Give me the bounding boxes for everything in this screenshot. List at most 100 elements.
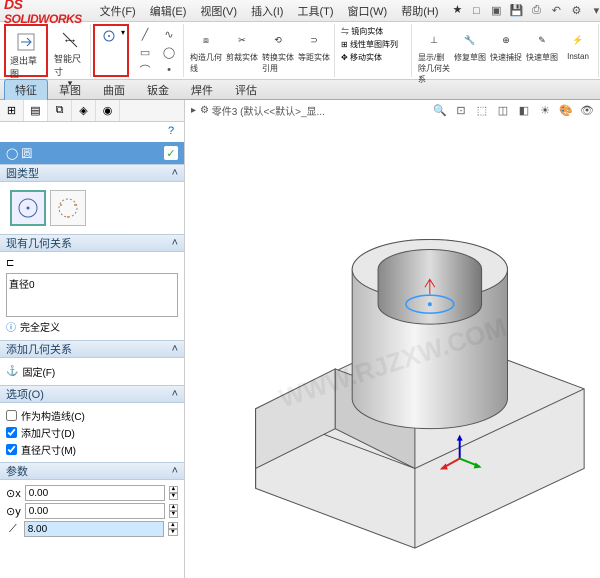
zoom-area-icon[interactable]: ⊡	[452, 102, 470, 118]
display-style-icon[interactable]: ◫	[494, 102, 512, 118]
display-relations-button[interactable]: ⊥ 显示/删除几何关系	[416, 26, 452, 87]
chevron-up-icon: ˄	[172, 343, 178, 355]
rapid-sketch-button[interactable]: ✎ 快速草图	[524, 26, 560, 65]
new-icon[interactable]: □	[468, 3, 484, 19]
hide-show-icon[interactable]: 👁	[578, 102, 596, 118]
help-icon[interactable]: ?	[164, 124, 178, 138]
fix-relation-button[interactable]: ⚓ 固定(F)	[6, 362, 178, 381]
convert-ref-icon: ⟲	[266, 28, 290, 52]
property-manager-tab[interactable]: ▤	[24, 100, 48, 121]
existing-relations-list[interactable]: 直径0	[6, 273, 178, 317]
print-icon[interactable]: ⎙	[528, 3, 544, 19]
tab-evaluate[interactable]: 评估	[224, 79, 268, 101]
tab-weldments[interactable]: 焊件	[180, 79, 224, 101]
tab-sheetmetal[interactable]: 钣金	[136, 79, 180, 101]
config-tab[interactable]: ⧉	[48, 100, 72, 121]
menu-help[interactable]: 帮助(H)	[395, 1, 444, 21]
menu-window[interactable]: 窗口(W)	[342, 1, 394, 21]
dimxpert-tab[interactable]: ◈	[72, 100, 96, 121]
trim-entities-button[interactable]: ✂ 剪裁实体	[224, 26, 260, 65]
quick-snap-button[interactable]: ⊕ 快速捕捉	[488, 26, 524, 65]
offset-icon: ⊃	[302, 28, 326, 52]
section-parameters[interactable]: 参数˄	[0, 462, 184, 480]
instant-button[interactable]: ⚡ Instan	[560, 26, 596, 63]
center-y-input[interactable]	[25, 503, 165, 519]
spline-tool-button[interactable]: ∿	[159, 26, 179, 42]
menu-tools[interactable]: 工具(T)	[291, 1, 339, 21]
rect-tool-button[interactable]: ▭	[135, 44, 155, 60]
center-circle-option[interactable]	[10, 190, 46, 226]
mirror-button[interactable]: ⇋ 镜向实体	[341, 26, 407, 37]
tab-surfaces[interactable]: 曲面	[92, 79, 136, 101]
diameter-dimension-checkbox[interactable]: 直径尺寸(M)	[6, 441, 178, 458]
exit-sketch-label: 退出草图	[10, 54, 42, 80]
point-tool-button[interactable]: •	[159, 62, 179, 78]
undo-icon[interactable]: ↶	[548, 3, 564, 19]
spin-down[interactable]: ▾	[169, 493, 178, 500]
more-icon[interactable]: ▾	[588, 3, 600, 19]
edit-appearance-icon[interactable]: 🎨	[557, 102, 575, 118]
menu-edit[interactable]: 编辑(E)	[144, 1, 193, 21]
radius-input[interactable]	[24, 521, 164, 537]
arc-tool-button[interactable]: ⌒	[135, 62, 155, 78]
menu-view[interactable]: 视图(V)	[194, 1, 243, 21]
offset-entities-button[interactable]: ⊃ 等距实体	[296, 26, 332, 65]
perimeter-circle-option[interactable]	[50, 190, 86, 226]
spin-up[interactable]: ▴	[169, 504, 178, 511]
save-icon[interactable]: 💾	[508, 3, 524, 19]
center-x-input[interactable]	[25, 485, 165, 501]
spin-up[interactable]: ▴	[168, 522, 178, 529]
feature-tree-tab[interactable]: ⊞	[0, 100, 24, 121]
scene-icon[interactable]: ☀	[536, 102, 554, 118]
display-tab[interactable]: ◉	[96, 100, 120, 121]
spin-down[interactable]: ▾	[168, 529, 178, 536]
convert-ref-button[interactable]: ⟲ 转换实体引用	[260, 26, 296, 76]
line-tool-button[interactable]: ╱	[135, 26, 155, 42]
chevron-up-icon: ˄	[172, 237, 178, 249]
quick-access-toolbar: □ ▣ 💾 ⎙ ↶ ⚙ ▾	[468, 3, 600, 19]
menu-file[interactable]: 文件(F)	[94, 1, 142, 21]
zoom-fit-icon[interactable]: 🔍	[431, 102, 449, 118]
move-entities-button[interactable]: ✥ 移动实体	[341, 52, 407, 63]
convert-entities-button[interactable]: ⧈ 构造几何线	[188, 26, 224, 76]
ellipse-tool-button[interactable]: ◯	[159, 44, 179, 60]
title-bar: DS SOLIDWORKS 文件(F) 编辑(E) 视图(V) 插入(I) 工具…	[0, 0, 600, 22]
section-options[interactable]: 选项(O)˄	[0, 385, 184, 403]
dropdown-icon[interactable]: ▾	[121, 28, 125, 37]
tab-sketch[interactable]: 草图	[48, 79, 92, 101]
menu-star-icon[interactable]: ★	[447, 1, 469, 21]
model-render	[185, 130, 600, 578]
main-area: ⊞ ▤ ⧉ ◈ ◉ ? ◯ 圆 ✓ 圆类型˄	[0, 100, 600, 578]
linear-pattern-button[interactable]: ⊞ 线性草图阵列	[341, 39, 407, 50]
open-icon[interactable]: ▣	[488, 3, 504, 19]
center-y-row: ⊙y ▴▾	[6, 502, 178, 520]
pattern-group: ⇋ 镜向实体 ⊞ 线性草图阵列 ✥ 移动实体	[337, 24, 412, 77]
spin-down[interactable]: ▾	[169, 511, 178, 518]
app-logo: DS SOLIDWORKS	[4, 0, 82, 26]
radius-row: ⟋ ▴▾	[6, 520, 178, 538]
ok-button[interactable]: ✓	[164, 146, 178, 160]
trim-icon: ✂	[230, 28, 254, 52]
flyout-tree-icon[interactable]: ▸	[191, 105, 196, 116]
circle-tool-button[interactable]	[99, 28, 119, 44]
settings-icon[interactable]: ⚙	[568, 3, 584, 19]
repair-sketch-button[interactable]: 🔧 修复草图	[452, 26, 488, 65]
graphics-viewport[interactable]: ▸ ⚙ 零件3 (默认<<默认>_显... 🔍 ⊡ ⬚ ◫ ◧ ☀ 🎨 👁	[185, 100, 600, 578]
relations-group: ⊥ 显示/删除几何关系 🔧 修复草图 ⊕ 快速捕捉 ✎ 快速草图 ⚡ Insta…	[414, 24, 599, 77]
view-orientation-icon[interactable]: ⬚	[473, 102, 491, 118]
spin-up[interactable]: ▴	[169, 486, 178, 493]
section-view-icon[interactable]: ◧	[515, 102, 533, 118]
tab-features[interactable]: 特征	[4, 79, 48, 101]
circle-type-options	[6, 186, 178, 230]
pm-title: 圆	[21, 145, 32, 161]
section-existing-relations[interactable]: 现有几何关系˄	[0, 234, 184, 252]
cy-icon: ⊙y	[6, 505, 21, 518]
menu-insert[interactable]: 插入(I)	[245, 1, 289, 21]
section-circle-type[interactable]: 圆类型˄	[0, 164, 184, 182]
add-dimension-checkbox[interactable]: 添加尺寸(D)	[6, 424, 178, 441]
circle-icon: ◯	[6, 147, 18, 160]
part-name[interactable]: 零件3 (默认<<默认>_显...	[212, 103, 325, 118]
construction-checkbox[interactable]: 作为构造线(C)	[6, 407, 178, 424]
modify-group: ⧈ 构造几何线 ✂ 剪裁实体 ⟲ 转换实体引用 ⊃ 等距实体	[186, 24, 335, 77]
section-add-relations[interactable]: 添加几何关系˄	[0, 340, 184, 358]
